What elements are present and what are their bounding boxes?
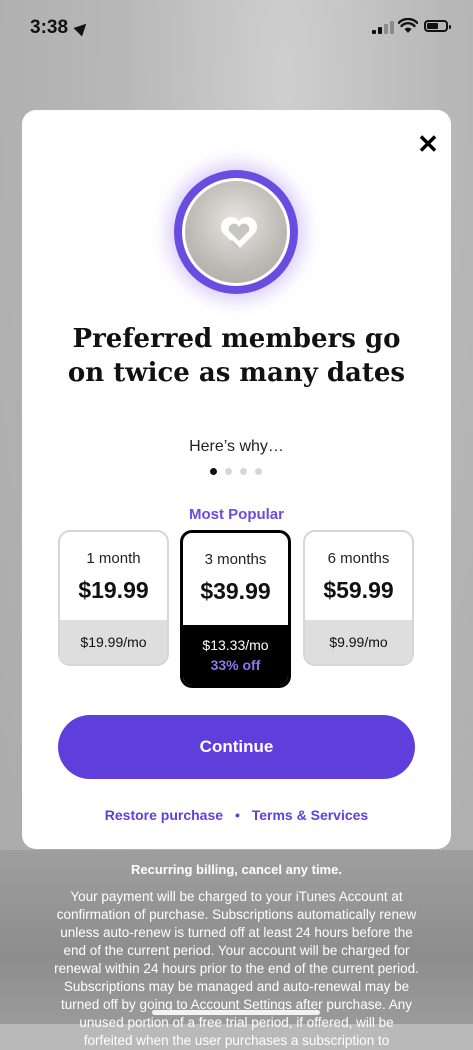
link-separator: • [234, 807, 240, 823]
plan-per-month: $13.33/mo [202, 637, 269, 653]
heart-icon [221, 217, 257, 251]
recurring-billing-note: Recurring billing, cancel any time. [131, 862, 342, 877]
pager-dot[interactable] [255, 468, 262, 475]
avatar [182, 178, 290, 286]
subhead: Here’s why… [189, 438, 284, 455]
battery-icon [424, 20, 451, 32]
restore-purchase-link[interactable]: Restore purchase [105, 807, 223, 823]
plan-discount: 33% off [210, 657, 261, 673]
terms-link[interactable]: Terms & Services [252, 807, 368, 823]
legal-text: Your payment will be charged to your iTu… [54, 889, 419, 1048]
plan-per-month: $9.99/mo [305, 620, 412, 664]
upgrade-modal: ✕ Preferred members go on twice as many … [22, 110, 451, 849]
most-popular-label: Most Popular [188, 506, 284, 523]
wifi-icon [398, 18, 418, 33]
plan-price: $39.99 [200, 578, 271, 604]
pager-dot[interactable] [240, 468, 247, 475]
home-indicator[interactable] [152, 1010, 320, 1015]
close-icon[interactable]: ✕ [416, 131, 440, 157]
plan-term: 1 month [86, 550, 141, 567]
plan-6-months[interactable]: 6 months $59.99 $9.99/mo [303, 530, 414, 666]
plan-3-months[interactable]: 3 months $39.99 $13.33/mo 33% off [180, 530, 291, 688]
cellular-signal-icon [372, 20, 394, 34]
plan-1-month[interactable]: 1 month $19.99 $19.99/mo [58, 530, 169, 666]
pager-dot[interactable] [210, 468, 217, 475]
carousel-pager [210, 468, 270, 476]
plan-price: $59.99 [323, 577, 394, 603]
status-time: 3:38 [30, 17, 69, 38]
location-arrow-icon [73, 19, 91, 37]
footer-links: Restore purchase • Terms & Services [22, 807, 451, 823]
pager-dot[interactable] [225, 468, 232, 475]
plan-term: 3 months [204, 551, 267, 568]
avatar-ring [174, 170, 298, 294]
plan-term: 6 months [327, 550, 390, 567]
page-title: Preferred members go on twice as many da… [67, 324, 406, 388]
status-bar: 3:38 [0, 0, 473, 56]
plan-per-month: $19.99/mo [60, 620, 167, 664]
plan-price: $19.99 [78, 577, 149, 603]
plan-footer: $13.33/mo 33% off [183, 625, 288, 685]
continue-button[interactable]: Continue [58, 715, 415, 779]
